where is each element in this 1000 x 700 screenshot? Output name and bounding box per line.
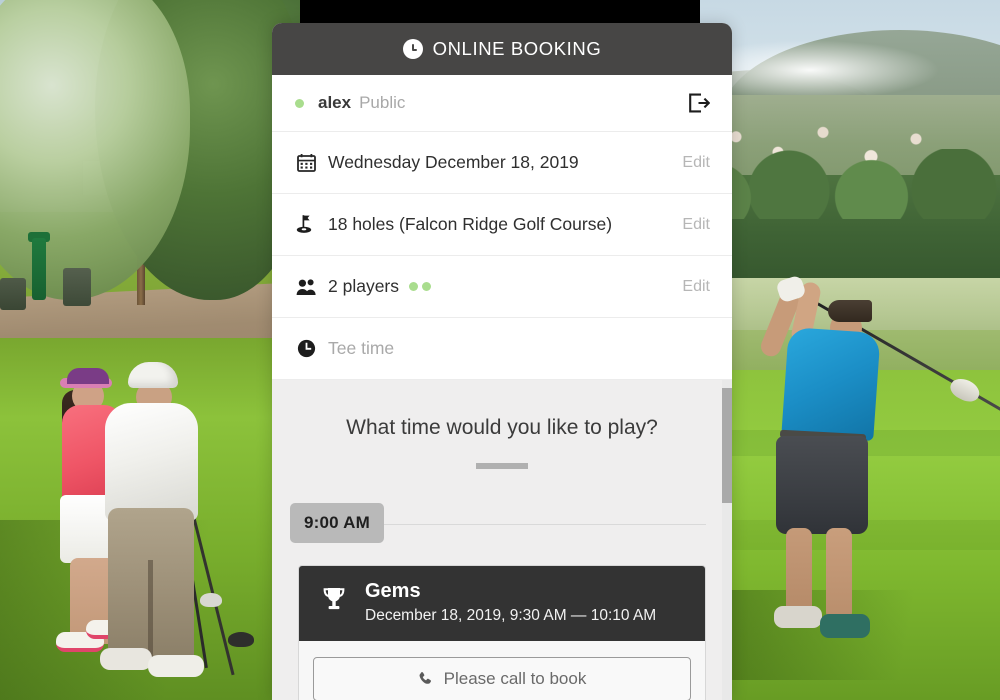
event-time-range: December 18, 2019, 9:30 AM — 10:10 AM bbox=[365, 607, 657, 624]
pane-scrollbar-track[interactable] bbox=[722, 380, 732, 700]
player-slot-dots bbox=[409, 282, 432, 291]
booking-row-players[interactable]: 2 players Edit bbox=[272, 256, 732, 318]
logout-button[interactable] bbox=[688, 93, 710, 113]
booking-date-label: Wednesday December 18, 2019 bbox=[328, 152, 579, 172]
time-slot-badge[interactable]: 9:00 AM bbox=[290, 503, 384, 543]
booking-row-course[interactable]: 18 holes (Falcon Ridge Golf Course) Edit bbox=[272, 194, 732, 256]
event-card[interactable]: Gems December 18, 2019, 9:30 AM — 10:10 … bbox=[298, 565, 706, 700]
booking-row-date[interactable]: Wednesday December 18, 2019 Edit bbox=[272, 132, 732, 194]
clock-icon bbox=[402, 39, 423, 59]
drag-handle[interactable] bbox=[476, 463, 528, 469]
call-button-label: Please call to book bbox=[443, 669, 587, 688]
edit-date-button[interactable]: Edit bbox=[682, 154, 710, 172]
booking-course-label: 18 holes (Falcon Ridge Golf Course) bbox=[328, 214, 613, 234]
online-status-dot bbox=[295, 98, 304, 108]
edit-players-button[interactable]: Edit bbox=[682, 278, 710, 296]
online-booking-panel: ONLINE BOOKING alex Public Wednesday Dec… bbox=[272, 23, 732, 700]
time-rule bbox=[352, 524, 706, 525]
background-photo-left bbox=[0, 0, 300, 700]
tee-time-picker-pane: What time would you like to play? 9:00 A… bbox=[272, 380, 732, 700]
edit-course-button[interactable]: Edit bbox=[682, 216, 710, 234]
players-icon bbox=[295, 278, 317, 296]
tee-time-placeholder: Tee time bbox=[328, 338, 395, 358]
trophy-icon bbox=[319, 585, 349, 620]
time-slot-divider: 9:00 AM bbox=[290, 503, 714, 545]
please-call-to-book-button[interactable]: Please call to book bbox=[313, 657, 691, 700]
booking-row-tee-time[interactable]: Tee time bbox=[272, 318, 732, 380]
clock-icon bbox=[295, 339, 317, 358]
background-photo-right bbox=[700, 0, 1000, 700]
pane-question: What time would you like to play? bbox=[346, 416, 658, 439]
user-name: alex bbox=[318, 93, 352, 112]
panel-header: ONLINE BOOKING bbox=[272, 23, 732, 75]
page-title: ONLINE BOOKING bbox=[432, 38, 602, 59]
pane-scrollbar-thumb[interactable] bbox=[722, 388, 732, 503]
account-type-label: Public bbox=[359, 93, 406, 112]
screen: ONLINE BOOKING alex Public Wednesday Dec… bbox=[0, 0, 1000, 700]
calendar-icon bbox=[295, 153, 317, 172]
booking-players-label: 2 players bbox=[328, 276, 400, 296]
logout-icon bbox=[689, 93, 710, 113]
event-title: Gems bbox=[365, 580, 421, 602]
golf-flag-icon bbox=[295, 214, 317, 235]
user-row: alex Public bbox=[272, 75, 732, 132]
event-card-header: Gems December 18, 2019, 9:30 AM — 10:10 … bbox=[299, 566, 705, 641]
phone-icon bbox=[419, 672, 431, 684]
